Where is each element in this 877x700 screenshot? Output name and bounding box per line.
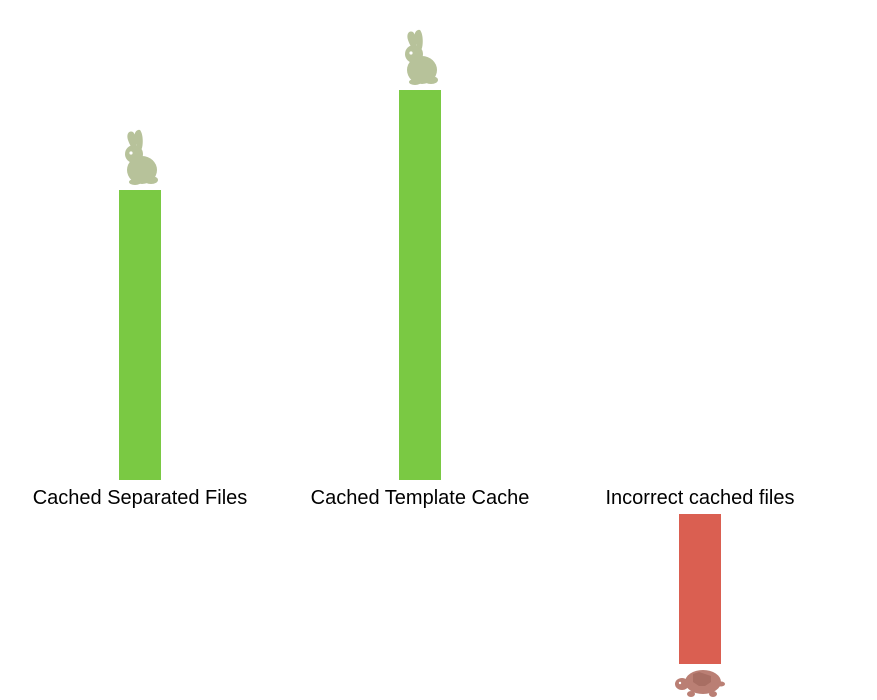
turtle-icon bbox=[673, 666, 727, 700]
rabbit-icon bbox=[395, 28, 445, 86]
chart-column: Cached Template Cache bbox=[290, 0, 550, 700]
rabbit-icon bbox=[115, 128, 165, 186]
bar-chart: Cached Separated Files Cached Template C… bbox=[0, 0, 877, 700]
category-label: Cached Separated Files bbox=[10, 486, 270, 510]
chart-column: Cached Separated Files bbox=[10, 0, 270, 700]
category-label: Incorrect cached files bbox=[570, 486, 830, 510]
chart-bar bbox=[399, 90, 441, 480]
chart-column: Incorrect cached files bbox=[570, 0, 830, 700]
category-label: Cached Template Cache bbox=[290, 486, 550, 510]
chart-bar bbox=[679, 514, 721, 664]
chart-bar bbox=[119, 190, 161, 480]
